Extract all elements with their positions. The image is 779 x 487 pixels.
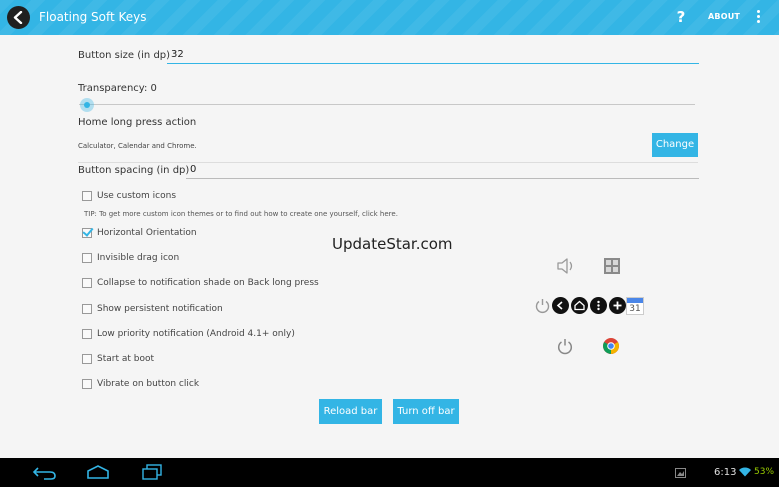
back-icon[interactable] [552, 297, 569, 314]
transparency-label: Transparency: 0 [78, 83, 157, 94]
power-icon[interactable] [556, 337, 574, 355]
home-icon[interactable] [571, 297, 588, 314]
checkbox-box[interactable] [82, 379, 92, 389]
checkbox-use-custom-icons[interactable]: Use custom icons [82, 189, 176, 203]
checkbox-vibrate-on-click[interactable]: Vibrate on button click [82, 377, 199, 391]
change-button[interactable]: Change [652, 133, 698, 157]
checkbox-label: Show persistent notification [97, 304, 223, 314]
chevron-left-icon [13, 11, 23, 24]
checkbox-label: Invisible drag icon [97, 253, 180, 263]
watermark-text: UpdateStar.com [332, 235, 453, 253]
about-button[interactable]: ABOUT [708, 12, 740, 21]
reload-bar-button[interactable]: Reload bar [319, 399, 382, 424]
checkbox-start-at-boot[interactable]: Start at boot [82, 352, 154, 366]
tip-link[interactable]: TIP: To get more custom icon themes or t… [84, 210, 398, 218]
transparency-slider-thumb[interactable] [80, 98, 94, 112]
action-bar: Floating Soft Keys ? ABOUT [0, 0, 779, 35]
transparency-slider-track[interactable] [79, 104, 695, 105]
app-title: Floating Soft Keys [39, 10, 147, 24]
home-long-press-description: Calculator, Calendar and Chrome. [78, 142, 197, 150]
clock-time: 6:13 [714, 467, 737, 478]
power-icon[interactable] [534, 297, 551, 314]
calendar-day: 31 [629, 304, 641, 314]
calculator-icon[interactable] [603, 257, 621, 275]
wifi-icon [739, 467, 751, 477]
system-bar: 6:13 53% [0, 458, 779, 487]
checkbox-persistent-notification[interactable]: Show persistent notification [82, 302, 223, 316]
checkbox-box[interactable] [82, 253, 92, 263]
checkbox-label: Start at boot [97, 354, 155, 364]
chrome-icon[interactable] [602, 337, 620, 355]
back-button[interactable] [7, 6, 30, 29]
button-size-label: Button size (in dp) [78, 50, 171, 61]
checkbox-invisible-drag-icon[interactable]: Invisible drag icon [82, 251, 179, 265]
checkbox-label: Use custom icons [97, 191, 177, 201]
menu-icon[interactable] [590, 297, 607, 314]
battery-percent: 53% [754, 467, 775, 477]
turn-off-bar-button[interactable]: Turn off bar [393, 399, 459, 424]
screenshot-notification-icon [675, 468, 686, 478]
checkbox-box-checked[interactable] [82, 228, 92, 238]
checkbox-box[interactable] [82, 304, 92, 314]
checkbox-label: Collapse to notification shade on Back l… [97, 278, 319, 288]
checkbox-label: Vibrate on button click [97, 379, 200, 389]
button-spacing-label: Button spacing (in dp) [78, 165, 190, 176]
floating-bar-preview [534, 296, 628, 316]
nav-back-icon[interactable] [32, 466, 58, 480]
calendar-icon[interactable]: 31 [626, 297, 644, 315]
overflow-menu-icon[interactable] [755, 10, 761, 26]
checkbox-label: Low priority notification (Android 4.1+ … [97, 329, 295, 339]
nav-home-icon[interactable] [86, 464, 110, 480]
checkbox-box[interactable] [82, 329, 92, 339]
checkbox-low-priority-notification[interactable]: Low priority notification (Android 4.1+ … [82, 327, 295, 341]
checkbox-collapse-notification[interactable]: Collapse to notification shade on Back l… [82, 276, 319, 290]
checkbox-box[interactable] [82, 354, 92, 364]
checkbox-horizontal-orientation[interactable]: Horizontal Orientation [82, 226, 197, 240]
checkbox-label: Horizontal Orientation [97, 228, 197, 238]
home-long-press-label: Home long press action [78, 117, 197, 128]
help-button[interactable]: ? [674, 7, 688, 27]
button-spacing-input[interactable]: 0 [186, 163, 699, 179]
plus-icon[interactable] [609, 297, 626, 314]
button-size-input[interactable]: 32 [167, 48, 699, 64]
checkbox-box[interactable] [82, 191, 92, 201]
nav-recents-icon[interactable] [141, 464, 163, 480]
checkbox-box[interactable] [82, 278, 92, 288]
speaker-icon[interactable] [556, 257, 576, 275]
